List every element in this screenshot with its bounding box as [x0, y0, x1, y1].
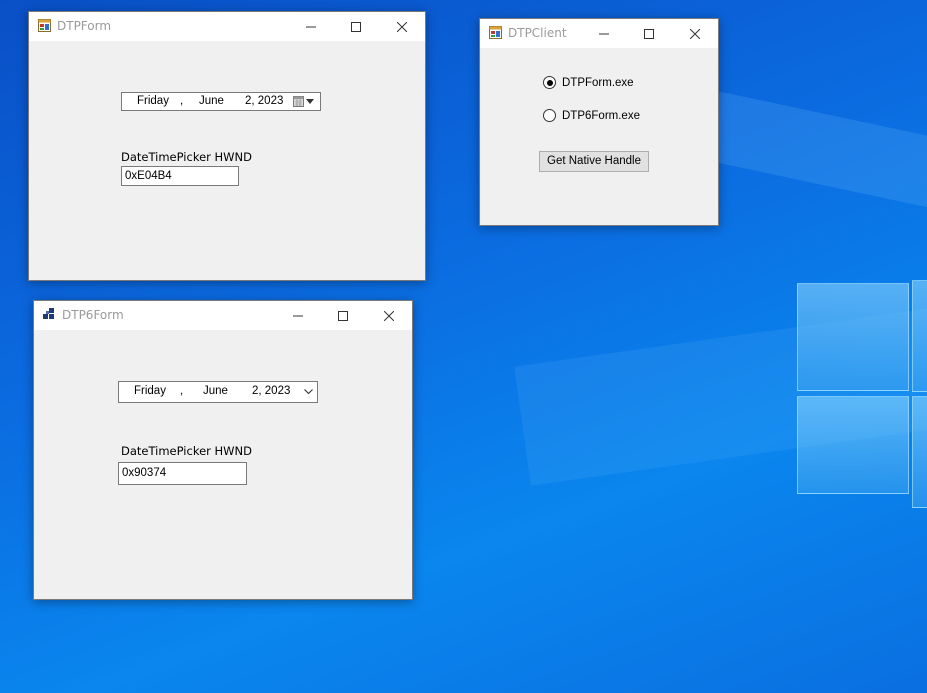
close-icon	[397, 21, 407, 32]
dtpform-window: DTPForm Friday , June 2, 2023 DateTimePi…	[28, 11, 426, 281]
minimize-icon	[306, 26, 316, 27]
hwnd-label: DateTimePicker HWND	[121, 150, 253, 164]
window-title: DTP6Form	[62, 308, 124, 322]
radio-button[interactable]	[543, 109, 556, 122]
dtp-comma: ,	[180, 95, 184, 107]
close-button[interactable]	[379, 12, 425, 41]
windows-logo-pane	[797, 283, 909, 391]
close-icon	[690, 28, 700, 39]
maximize-icon	[351, 21, 361, 32]
minimize-icon	[293, 315, 303, 316]
date-time-picker[interactable]: Friday , June 2, 2023	[121, 92, 321, 111]
maximize-button[interactable]	[333, 12, 379, 41]
hwnd-textbox[interactable]: 0x90374	[118, 462, 247, 485]
close-icon	[384, 310, 394, 321]
window-title: DTPClient	[508, 26, 567, 40]
windows-logo-pane	[797, 396, 909, 494]
minimize-icon	[599, 33, 609, 34]
windows-logo-pane	[912, 280, 927, 392]
dtpclient-window: DTPClient DTPForm.exe DTP6Form.exe Get N…	[479, 18, 719, 226]
dtp-month[interactable]: June	[199, 95, 224, 107]
radio-dtp6form[interactable]: DTP6Form.exe	[543, 109, 640, 122]
maximize-icon	[644, 28, 654, 39]
dtpclient-titlebar[interactable]: DTPClient	[480, 19, 718, 48]
get-native-handle-button[interactable]: Get Native Handle	[539, 151, 649, 172]
dtp6form-window: DTP6Form Friday , June 2, 2023 DateTimeP…	[33, 300, 413, 600]
dtp-day[interactable]: Friday	[134, 385, 166, 397]
radio-label: DTPForm.exe	[562, 76, 634, 89]
radio-dtpform[interactable]: DTPForm.exe	[543, 76, 634, 89]
windows-logo-pane	[912, 396, 927, 508]
close-button[interactable]	[366, 301, 412, 330]
dtp6form-titlebar[interactable]: DTP6Form	[34, 301, 412, 330]
form-icon	[38, 19, 51, 32]
form-icon	[43, 308, 54, 319]
hwnd-label: DateTimePicker HWND	[121, 444, 253, 458]
dtpform-titlebar[interactable]: DTPForm	[29, 12, 425, 41]
window-title: DTPForm	[57, 19, 112, 33]
chevron-down-icon[interactable]	[304, 389, 313, 395]
dtp-day[interactable]: Friday	[137, 95, 169, 107]
form-icon	[489, 26, 502, 39]
date-time-picker[interactable]: Friday , June 2, 2023	[118, 381, 318, 403]
maximize-icon	[338, 310, 348, 321]
calendar-dropdown-icon[interactable]	[293, 96, 317, 108]
radio-label: DTP6Form.exe	[562, 109, 640, 122]
dtp-date[interactable]: 2, 2023	[252, 385, 290, 397]
hwnd-textbox[interactable]: 0xE04B4	[121, 166, 239, 186]
dtp-comma: ,	[180, 385, 184, 397]
maximize-button[interactable]	[320, 301, 366, 330]
maximize-button[interactable]	[626, 19, 672, 48]
radio-button-checked[interactable]	[543, 76, 556, 89]
close-button[interactable]	[672, 19, 718, 48]
dtp-month[interactable]: June	[203, 385, 228, 397]
minimize-button[interactable]	[581, 19, 627, 48]
minimize-button[interactable]	[275, 301, 321, 330]
dtp-date[interactable]: 2, 2023	[245, 95, 283, 107]
minimize-button[interactable]	[288, 12, 334, 41]
